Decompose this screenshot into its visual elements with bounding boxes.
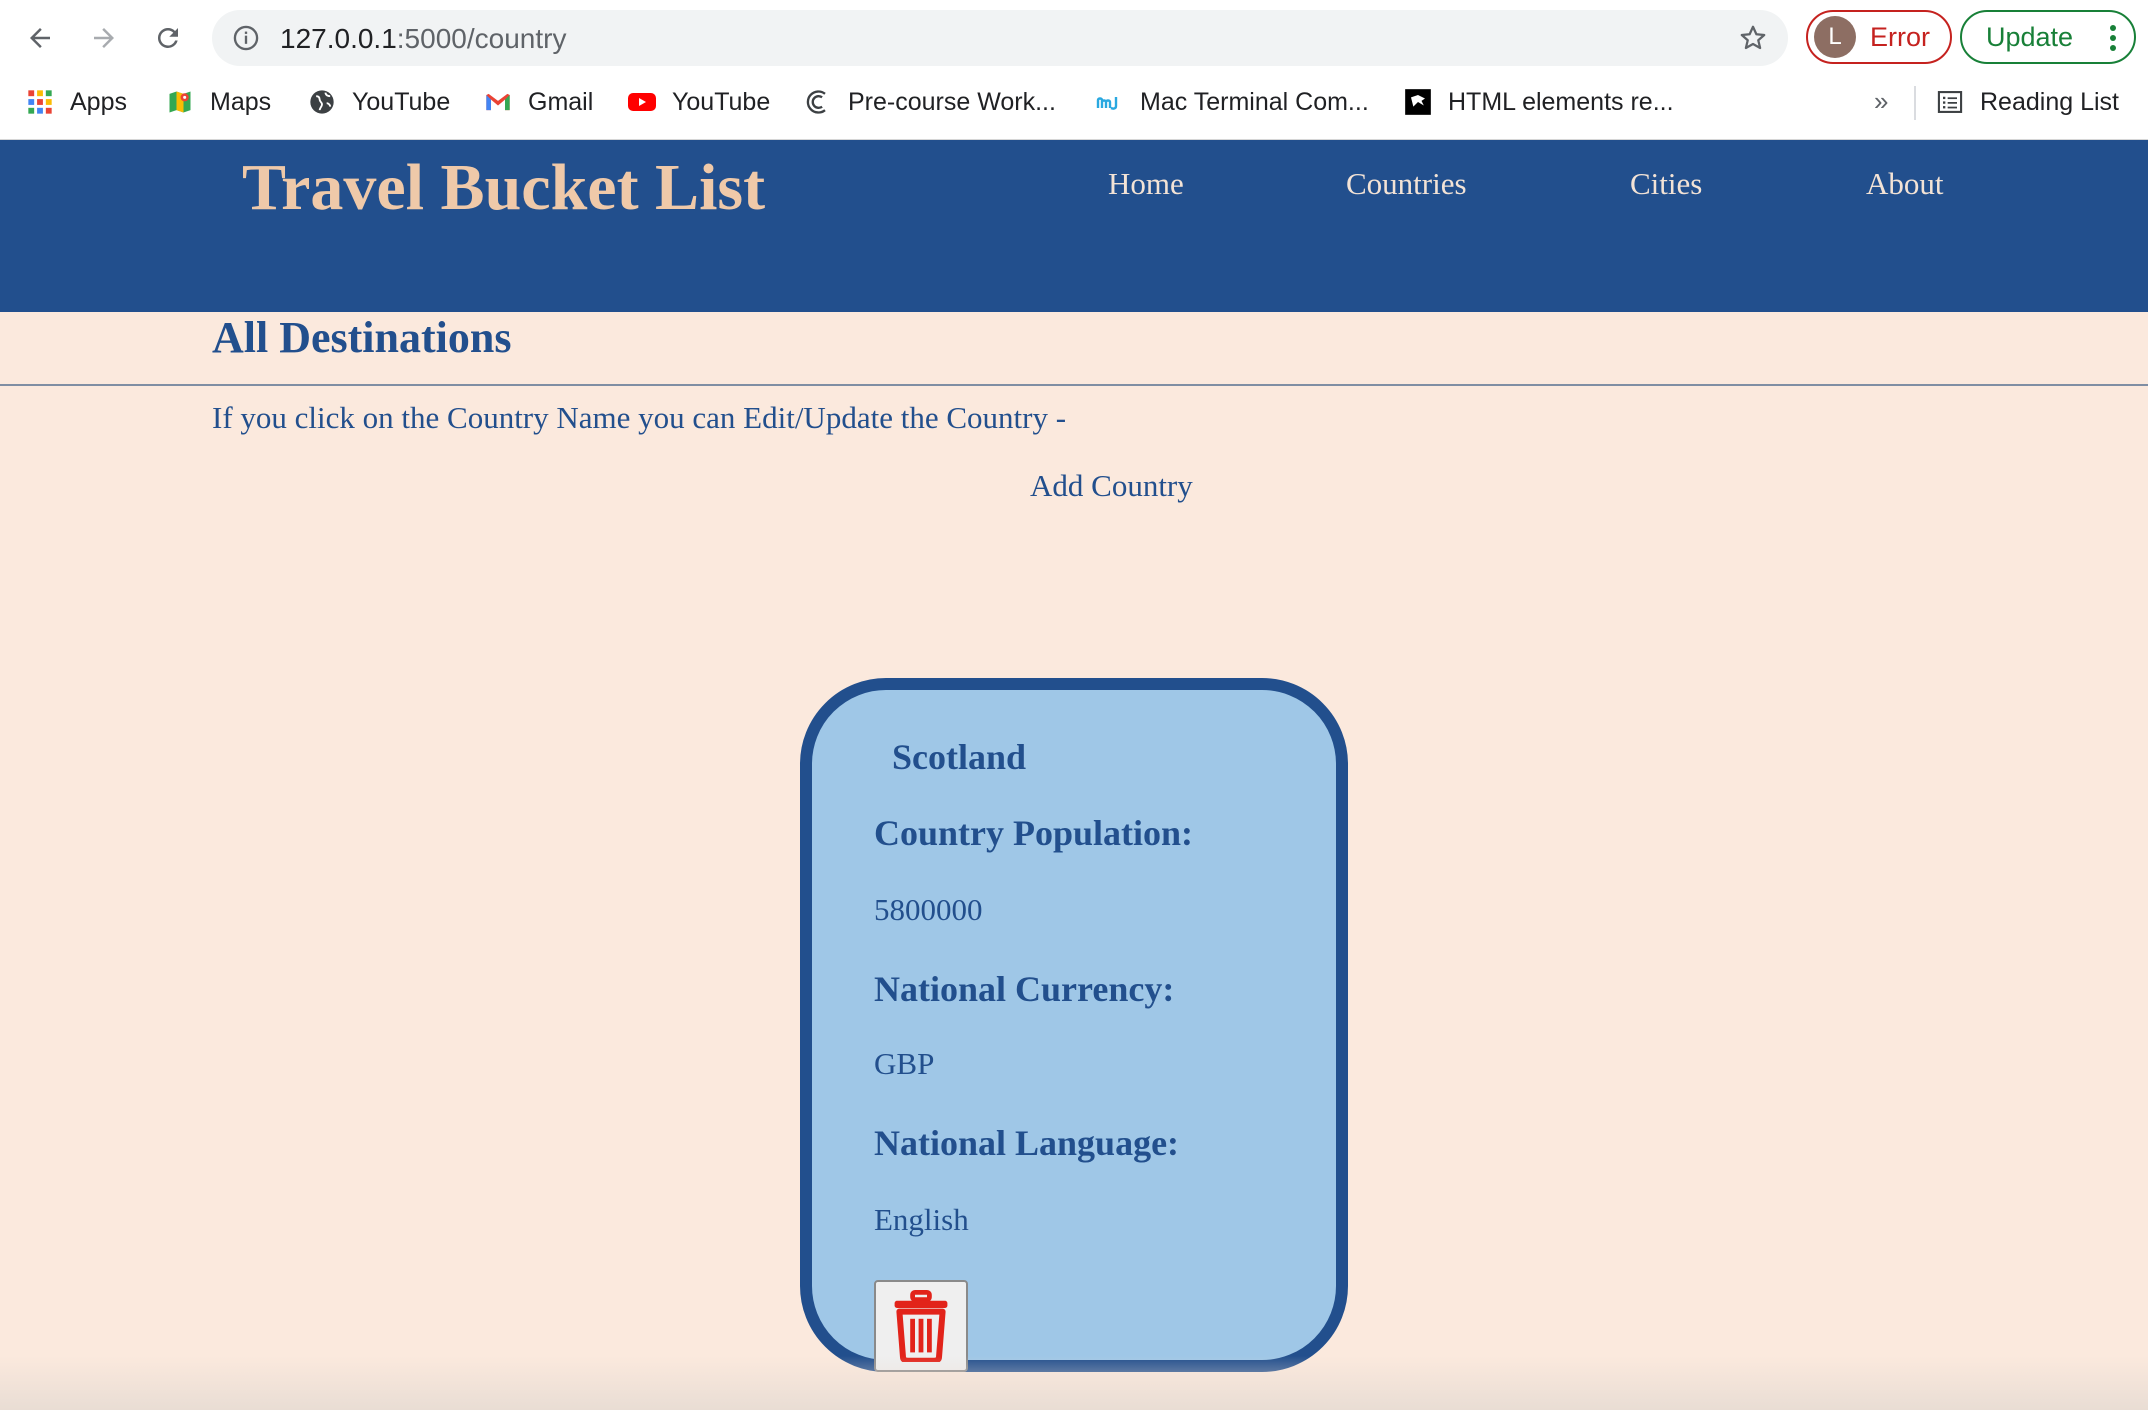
- country-card: Scotland Country Population: 5800000 Nat…: [800, 678, 1348, 1372]
- bookmark-label: Apps: [70, 87, 127, 116]
- language-label: National Language:: [874, 1123, 1180, 1163]
- bookmark-star-icon[interactable]: [1738, 23, 1768, 53]
- arrow-left-icon: [30, 28, 50, 48]
- address-bar[interactable]: 127.0.0.1:5000/country: [212, 10, 1788, 66]
- bookmark-label: Mac Terminal Com...: [1140, 87, 1369, 116]
- site-brand[interactable]: Travel Bucket List: [242, 150, 765, 226]
- reload-icon: [157, 27, 178, 48]
- url-path: :5000/country: [396, 23, 567, 54]
- trash-icon: [894, 1290, 948, 1362]
- forward-button[interactable]: [84, 18, 124, 58]
- url-host: 127.0.0.1: [280, 23, 397, 54]
- bookmark-apps[interactable]: Apps: [26, 80, 127, 124]
- profile-status-label: Error: [1870, 21, 1930, 52]
- bookmark-maps[interactable]: Maps: [166, 80, 271, 124]
- page-title: All Destinations: [212, 313, 512, 362]
- gmail-icon: [484, 88, 512, 116]
- url-text[interactable]: 127.0.0.1:5000/country: [280, 23, 566, 55]
- nav-cities[interactable]: Cities: [1630, 166, 1702, 202]
- update-label: Update: [1986, 21, 2074, 52]
- population-label: Country Population:: [874, 813, 1194, 853]
- bookmark-label: Maps: [210, 87, 272, 116]
- bookmark-label: YouTube: [352, 87, 451, 116]
- browser-chrome: 127.0.0.1:5000/country L Error Update Ap…: [0, 0, 2148, 140]
- bookmark-label: Gmail: [528, 87, 594, 116]
- currency-label: National Currency:: [874, 969, 1175, 1009]
- currency-value: GBP: [874, 1046, 935, 1081]
- youtube-icon: [628, 88, 656, 116]
- bookmark-precourse[interactable]: Pre-course Work...: [804, 80, 1056, 124]
- language-value: English: [874, 1202, 969, 1237]
- mj-icon: [1096, 88, 1124, 116]
- nav-home[interactable]: Home: [1108, 166, 1184, 202]
- bottom-fade: [0, 1356, 2148, 1410]
- menu-dots-icon: [2110, 25, 2116, 51]
- add-country-link[interactable]: Add Country: [1030, 468, 1193, 504]
- bookmarks-overflow-button[interactable]: »: [1874, 86, 1888, 117]
- codeclan-icon: [804, 88, 832, 116]
- reading-list-button[interactable]: Reading List: [1936, 80, 2119, 124]
- reading-list-label: Reading List: [1980, 87, 2119, 116]
- nav-about[interactable]: About: [1866, 166, 1944, 202]
- bookmarks-bar: Apps Maps YouTube Gmail YouTube Pre-cour…: [0, 80, 2148, 124]
- bookmark-label: YouTube: [672, 87, 771, 116]
- back-button[interactable]: [20, 18, 60, 58]
- population-value: 5800000: [874, 892, 983, 927]
- bookmark-label: HTML elements re...: [1448, 87, 1674, 116]
- divider: [0, 384, 2148, 386]
- reading-list-icon: [1936, 88, 1964, 116]
- bookmark-mac-terminal[interactable]: Mac Terminal Com...: [1096, 80, 1369, 124]
- bookmark-label: Pre-course Work...: [848, 87, 1056, 116]
- bookmark-youtube-globe[interactable]: YouTube: [308, 80, 450, 124]
- country-name-link[interactable]: Scotland: [892, 736, 1026, 778]
- update-button[interactable]: Update: [1960, 10, 2136, 64]
- reload-button[interactable]: [148, 18, 188, 58]
- site-header: Travel Bucket List Home Countries Cities…: [0, 140, 2148, 312]
- arrow-right-icon: [94, 28, 114, 48]
- browser-toolbar: 127.0.0.1:5000/country L Error Update: [0, 0, 2148, 78]
- globe-icon: [308, 88, 336, 116]
- bookmark-gmail[interactable]: Gmail: [484, 80, 593, 124]
- mdn-icon: [1404, 88, 1432, 116]
- nav-countries[interactable]: Countries: [1346, 166, 1467, 202]
- bookmark-html-elements[interactable]: HTML elements re...: [1404, 80, 1674, 124]
- site-info-icon[interactable]: [232, 24, 260, 52]
- bookmark-youtube[interactable]: YouTube: [628, 80, 770, 124]
- maps-icon: [166, 88, 194, 116]
- bookmarks-divider: [1914, 86, 1916, 120]
- apps-grid-icon: [26, 88, 54, 116]
- profile-error-button[interactable]: L Error: [1806, 10, 1952, 64]
- avatar: L: [1814, 16, 1856, 58]
- edit-hint-text: If you click on the Country Name you can…: [212, 400, 1067, 435]
